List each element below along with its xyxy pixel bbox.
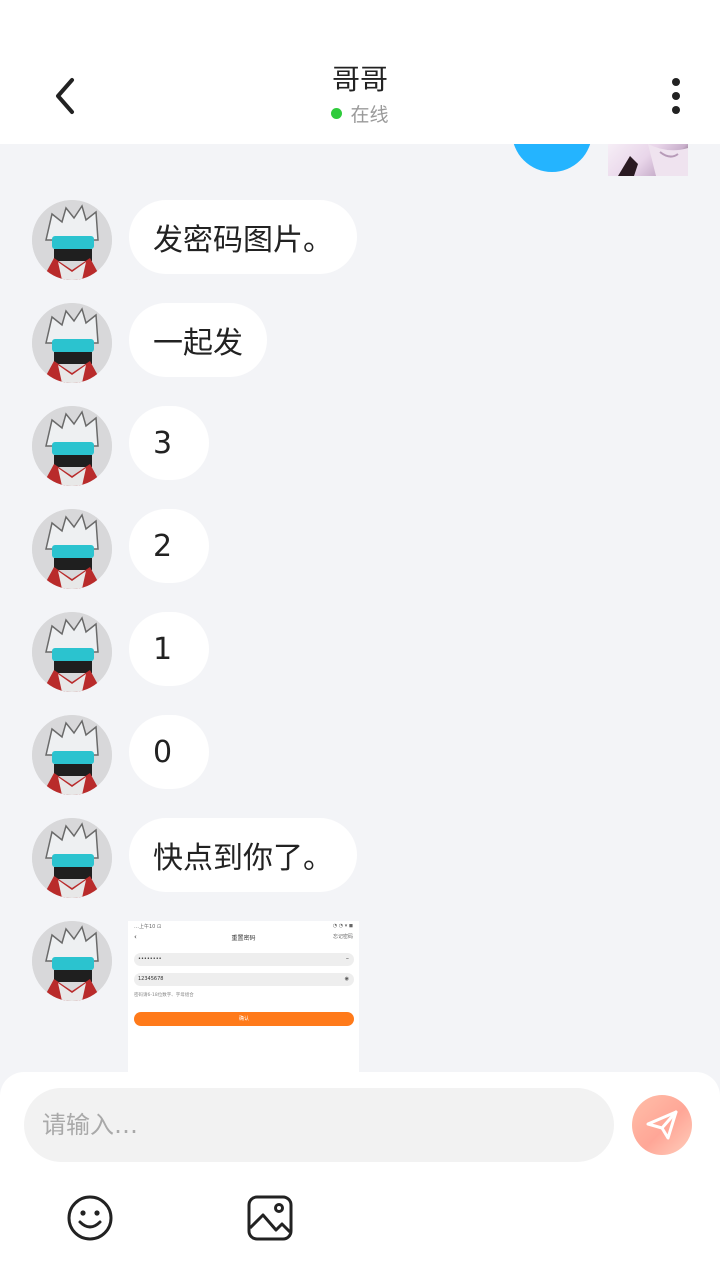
title-area: 哥哥 在线 [0, 62, 720, 127]
contact-avatar[interactable] [32, 406, 112, 486]
message-bubble[interactable]: 1 [129, 612, 209, 686]
eye-off-icon: ⌣ [345, 956, 349, 962]
image-right-label: 忘记密码 [332, 934, 353, 940]
image-message[interactable]: …上午10 ⊡ ◔ ◔ ▾ ◼ ‹ 重置密码 忘记密码 •••••••• ⌣ 1… [128, 921, 359, 1072]
emoji-icon [67, 1195, 113, 1241]
composer [0, 1072, 720, 1280]
message-bubble[interactable]: 一起发 [129, 303, 267, 377]
own-avatar[interactable] [608, 144, 688, 176]
send-icon [646, 1110, 678, 1140]
send-button[interactable] [632, 1095, 692, 1155]
contact-avatar[interactable] [32, 921, 112, 1001]
online-status: 在线 [0, 100, 720, 127]
contact-avatar[interactable] [32, 612, 112, 692]
image-status-left: …上午10 ⊡ [134, 924, 162, 930]
image-hint: 密码请6-18位数字、字母组合 [134, 993, 194, 998]
contact-avatar[interactable] [32, 303, 112, 383]
online-status-label: 在线 [350, 104, 389, 126]
more-vertical-icon [672, 78, 680, 114]
contact-avatar[interactable] [32, 200, 112, 280]
message-bubble[interactable]: 3 [129, 406, 209, 480]
chat-header: 哥哥 在线 [0, 0, 720, 144]
image-icon [247, 1195, 293, 1241]
message-bubble[interactable]: 2 [129, 509, 209, 583]
contact-name: 哥哥 [331, 63, 388, 96]
message-bubble[interactable]: 0 [129, 715, 209, 789]
image-field-value: •••••••• [138, 956, 162, 962]
message-input[interactable] [24, 1088, 614, 1162]
contact-avatar[interactable] [32, 715, 112, 795]
image-button[interactable] [246, 1194, 294, 1242]
eye-icon: ◉ [344, 976, 349, 982]
message-bubble[interactable]: 发密码图片。 [129, 200, 357, 274]
online-dot [331, 108, 343, 119]
image-confirm-button: 确认 [134, 1012, 354, 1026]
message-list[interactable]: 发密码图片。 一起发 3 2 1 0 快点到你了。 …上午10 ⊡ ◔ ◔ ▾ … [0, 144, 720, 1072]
image-password-field: •••••••• ⌣ [134, 953, 354, 966]
contact-avatar[interactable] [32, 509, 112, 589]
more-options-button[interactable] [658, 72, 694, 120]
image-field-value: 12345678 [138, 976, 164, 982]
image-password-field: 12345678 ◉ [134, 973, 354, 986]
emoji-button[interactable] [66, 1194, 114, 1242]
image-status-right: ◔ ◔ ▾ ◼ [332, 923, 353, 929]
message-bubble[interactable]: 快点到你了。 [129, 818, 357, 892]
image-title: 重置密码 [231, 935, 256, 942]
own-message-bubble-partial[interactable] [512, 144, 592, 172]
contact-avatar[interactable] [32, 818, 112, 898]
